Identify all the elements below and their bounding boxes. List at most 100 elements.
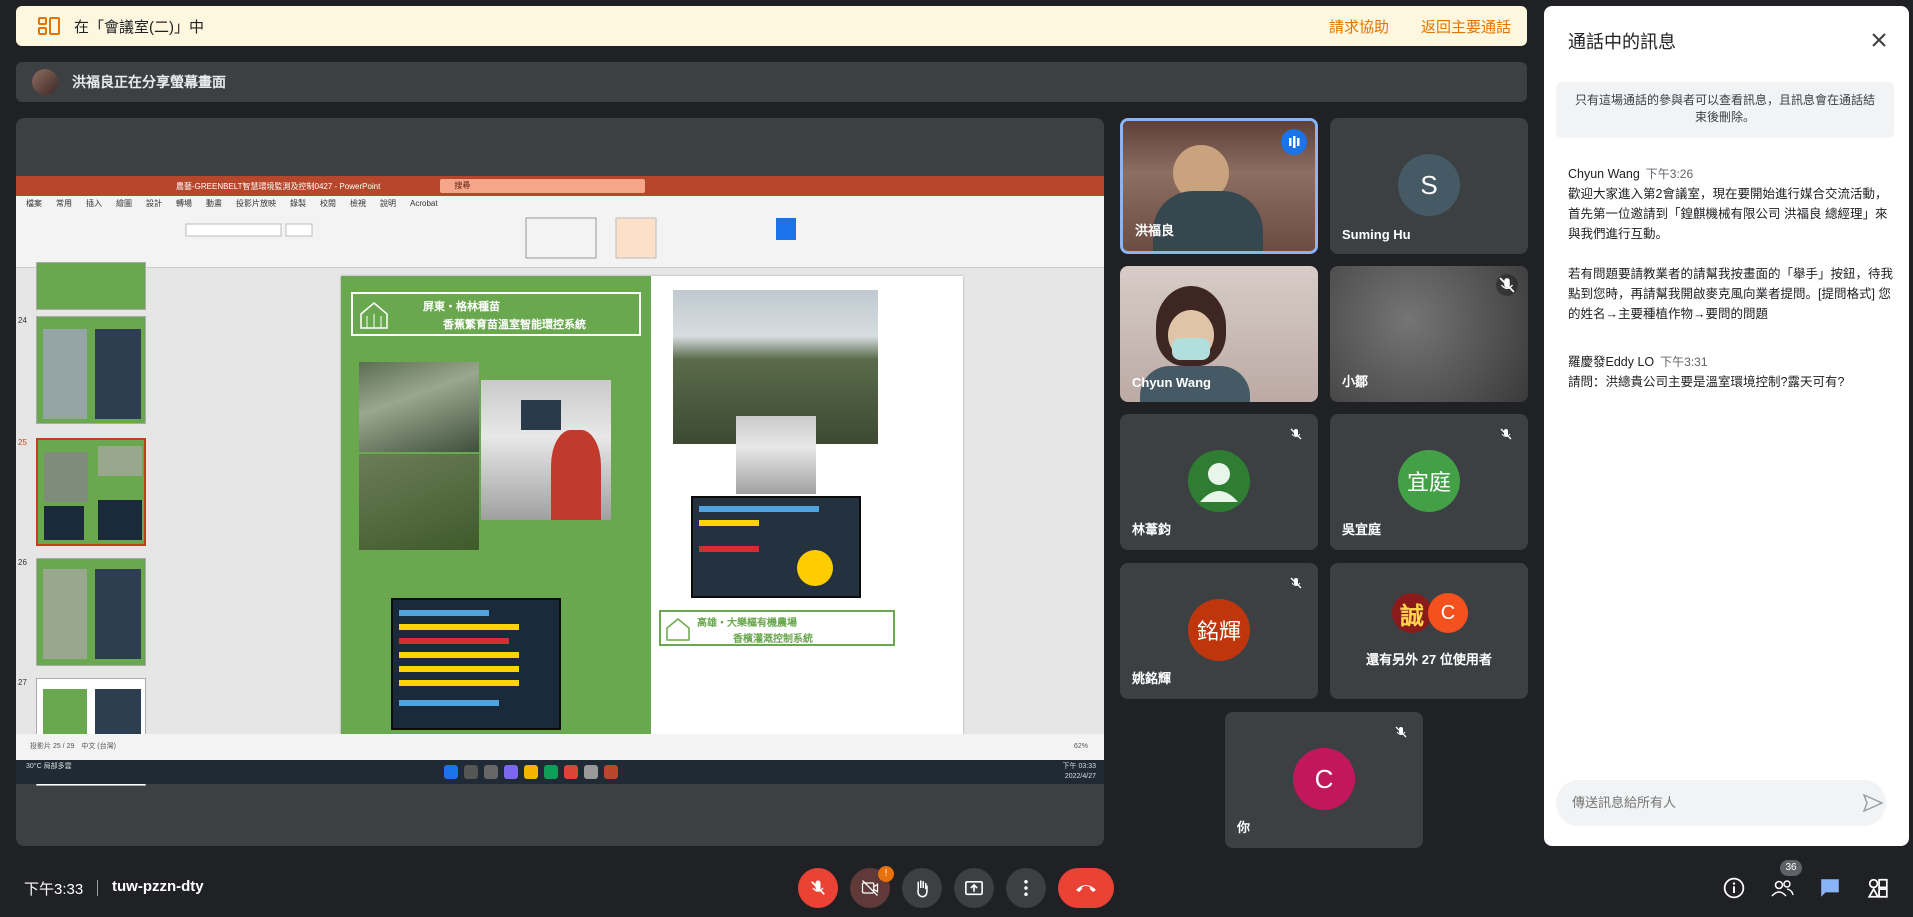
greenhouse-photo-2 — [359, 454, 479, 550]
ppt-status-left: 投影片 25 / 29 中文 (台灣) — [30, 743, 116, 750]
ppt-menu-tab: 繪圖 — [116, 198, 132, 208]
participant-tile-chyun-wang[interactable]: Chyun Wang — [1120, 266, 1318, 402]
slide-thumb-24[interactable] — [36, 316, 146, 424]
ppt-menu-tab: 投影片放映 — [236, 198, 276, 208]
present-icon — [965, 880, 983, 896]
shared-screen-stage[interactable]: 農藝-GREENBELT智慧環境監測及控制0427 - PowerPoint 搜… — [16, 118, 1104, 846]
start-icon — [444, 765, 458, 779]
chat-icon — [1821, 879, 1839, 897]
powerpoint-window: 農藝-GREENBELT智慧環境監測及控制0427 - PowerPoint 搜… — [16, 176, 1104, 786]
edge-icon — [544, 765, 558, 779]
slide-left-title-2: 香蕉繁育苗溫室智能環控系統 — [443, 319, 586, 331]
control-screen-photo-1 — [391, 598, 561, 730]
mic-off-icon — [1290, 577, 1302, 589]
taskview-icon — [484, 765, 498, 779]
chat-input[interactable] — [1556, 780, 1886, 826]
taskbar-date: 2022/4/27 — [1064, 773, 1096, 780]
ppt-zoom: 62% — [1073, 743, 1088, 750]
person-silhouette-icon — [1200, 463, 1238, 502]
participant-avatar: S — [1398, 154, 1460, 216]
participant-avatar: 銘輝 — [1188, 599, 1250, 661]
windows-taskbar: 30°C 局部多雲 下午 03:33 2022/4/27 — [16, 760, 1104, 784]
slide-thumb-26[interactable] — [36, 558, 146, 666]
powerpoint-icon — [604, 765, 618, 779]
slide-thumb-25-selected[interactable] — [36, 438, 146, 546]
participant-avatar: C — [1293, 748, 1355, 810]
message-time: 下午3:26 — [1645, 167, 1694, 181]
more-participants-label: 還有另外 27 位使用者 — [1366, 652, 1492, 667]
participant-tile-xiao-zou[interactable]: 小鄒 — [1330, 266, 1528, 402]
ppt-workspace: 24 25 26 27 屏東・格林種苗 香蕉繁育苗溫室智能環控系統 高雄・大樂樞… — [16, 262, 1104, 786]
participant-name: 你 — [1237, 820, 1251, 835]
ppt-menu-tab: 檔案 — [26, 198, 42, 208]
mic-toggle-button[interactable] — [798, 868, 838, 908]
participant-tile-lin-wei-jun[interactable]: 林葦鈞 — [1120, 414, 1318, 550]
greenhouse-photo-1 — [359, 362, 479, 452]
meeting-details-button[interactable] — [1720, 874, 1748, 902]
participant-name: Suming Hu — [1342, 227, 1411, 242]
camera-off-icon — [861, 880, 879, 896]
ppt-menu-tab: Acrobat — [410, 198, 438, 208]
participant-tile-suming-hu[interactable]: S Suming Hu — [1330, 118, 1528, 254]
ask-for-help-link[interactable]: 請求協助 — [1329, 16, 1389, 37]
slide-number-25: 25 — [18, 438, 27, 447]
mic-off-icon — [1500, 428, 1512, 440]
ppt-menu-tab: 動畫 — [206, 198, 222, 208]
people-button[interactable] — [1768, 874, 1796, 902]
activities-icon — [1867, 878, 1888, 898]
leave-call-button[interactable] — [1058, 868, 1114, 908]
participant-avatar-b: C — [1428, 593, 1468, 633]
message-text: 歡迎大家進入第2會議室，現在要開始進行媒合交流活動，首先第一位邀請到「鍠麒機械有… — [1568, 187, 1888, 241]
chat-panel-title: 通話中的訊息 — [1568, 32, 1676, 52]
ppt-statusbar: 投影片 25 / 29 中文 (台灣) 62% — [16, 734, 1104, 760]
slide-left-title-box: 屏東・格林種苗 香蕉繁育苗溫室智能環控系統 — [351, 292, 641, 336]
search-icon — [464, 765, 478, 779]
greenhouse-icon — [360, 302, 388, 329]
bottom-bar: 下午3:33 tuw-pzzn-dty ! 36 — [0, 858, 1913, 917]
more-vert-icon — [1024, 880, 1028, 896]
participant-name: 吳宜庭 — [1342, 522, 1382, 537]
ppt-menu-tab: 錄製 — [290, 198, 306, 208]
ppt-menu-tab: 常用 — [56, 198, 72, 208]
participant-tile-yao-ming-hui[interactable]: 銘輝 姚銘輝 — [1120, 563, 1318, 699]
raise-hand-button[interactable] — [902, 868, 942, 908]
participant-name: 小鄒 — [1342, 374, 1369, 389]
teams-icon — [504, 765, 518, 779]
ppt-titlebar: 農藝-GREENBELT智慧環境監測及控制0427 - PowerPoint 搜… — [16, 176, 1104, 196]
send-icon[interactable] — [1863, 794, 1883, 812]
present-screen-button[interactable] — [954, 868, 994, 908]
close-icon[interactable] — [1867, 28, 1891, 52]
more-options-button[interactable] — [1006, 868, 1046, 908]
chat-button[interactable] — [1816, 874, 1844, 902]
participant-name: 洪福良 — [1135, 223, 1175, 238]
participant-tile-hong-fu-liang[interactable]: 洪福良 — [1120, 118, 1318, 254]
chrome-icon — [564, 765, 578, 779]
participant-tile-you[interactable]: C 你 — [1225, 712, 1423, 848]
slide-left-title-1: 屏東・格林種苗 — [423, 301, 500, 313]
participant-avatar: 宜庭 — [1398, 450, 1460, 512]
slide-right-title-box: 高雄・大樂樞有機農場 香檳灌溉控制系統 — [659, 610, 895, 646]
participant-tile-wu-yi-ting[interactable]: 宜庭 吳宜庭 — [1330, 414, 1528, 550]
participant-tile-others[interactable]: 誠 C 還有另外 27 位使用者 — [1330, 563, 1528, 699]
mic-off-icon — [811, 880, 825, 895]
chat-notice: 只有這場通話的參與者可以查看訊息，且訊息會在通話結束後刪除。 — [1556, 82, 1894, 138]
activities-button[interactable] — [1864, 874, 1892, 902]
ppt-menu-tab: 說明 — [380, 198, 396, 208]
control-cabinet-photo — [481, 380, 611, 520]
chat-panel: 通話中的訊息 只有這場通話的參與者可以查看訊息，且訊息會在通話結束後刪除。 Ch… — [1544, 6, 1909, 846]
mic-off-icon — [1496, 274, 1518, 296]
participant-name: 林葦鈞 — [1132, 522, 1172, 537]
ppt-menu-tab: 校閱 — [320, 198, 336, 208]
taskbar-time: 下午 03:33 — [1062, 763, 1096, 770]
app-icon — [584, 765, 598, 779]
slide-thumb-23[interactable] — [36, 262, 146, 310]
cabinet-photo-2 — [736, 416, 816, 494]
people-icon — [1771, 880, 1794, 897]
greenhouse-icon-2 — [666, 618, 690, 641]
ppt-menubar: 檔案 常用 插入 繪圖 設計 轉場 動畫 投影片放映 錄製 校閱 檢視 說明 Acrobat — [16, 196, 1104, 210]
presenting-bar: 洪福良正在分享螢幕畫面 — [16, 62, 1527, 102]
message-text: 請問：洪總貴公司主要是溫室環境控制?露天可有? — [1568, 375, 1845, 389]
chat-message: 羅慶發Eddy LO 下午3:31 請問：洪總貴公司主要是溫室環境控制?露天可有? — [1568, 352, 1898, 392]
info-icon — [1723, 877, 1745, 899]
return-to-main-call-link[interactable]: 返回主要通話 — [1421, 16, 1511, 37]
